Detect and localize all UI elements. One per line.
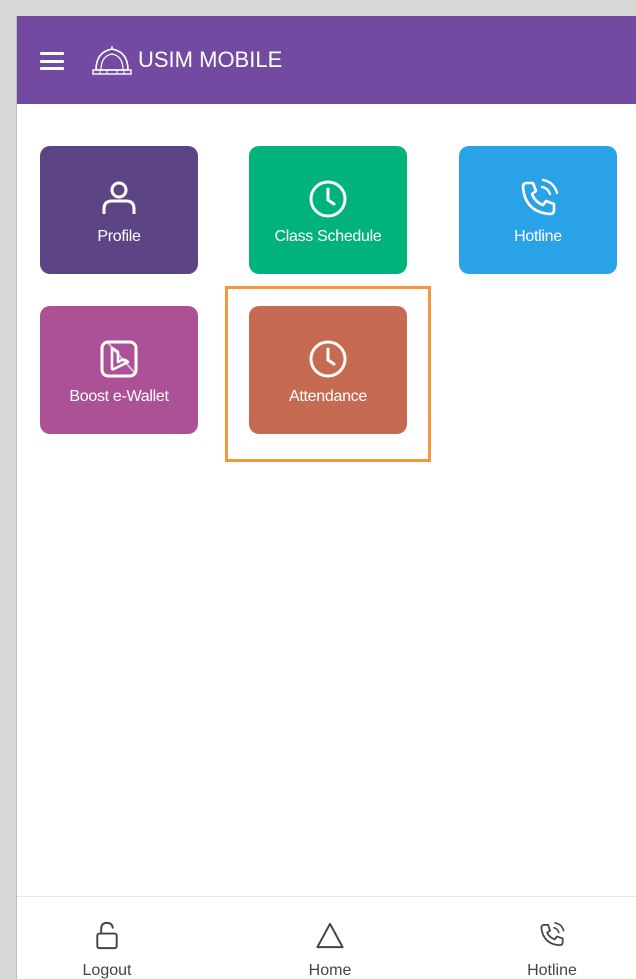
bottom-navigation: Logout Home Hotline bbox=[17, 896, 636, 979]
phone-call-icon bbox=[540, 922, 565, 947]
class-schedule-tile[interactable]: Class Schedule bbox=[249, 146, 407, 274]
boost-e-wallet-tile[interactable]: Boost e-Wallet bbox=[40, 306, 198, 434]
usim-logo-icon bbox=[92, 46, 132, 75]
attendance-highlight-box bbox=[225, 286, 431, 462]
nav-home-label: Home bbox=[308, 962, 352, 979]
nav-home[interactable]: Home bbox=[260, 897, 400, 979]
nav-logout-label: Logout bbox=[82, 962, 132, 979]
hotline-tile[interactable]: Hotline bbox=[459, 146, 617, 274]
nav-hotline-label: Hotline bbox=[527, 962, 577, 979]
unlock-icon bbox=[96, 921, 118, 950]
profile-tile[interactable]: Profile bbox=[40, 146, 198, 274]
clock-icon bbox=[309, 180, 347, 218]
nav-logout[interactable]: Logout bbox=[37, 897, 177, 979]
hotline-tile-label: Hotline bbox=[514, 228, 562, 245]
class-schedule-tile-label: Class Schedule bbox=[274, 228, 382, 245]
app-screen: USIM MOBILE Profile Class Schedule Hotli… bbox=[16, 16, 636, 979]
profile-tile-label: Profile bbox=[97, 228, 141, 245]
triangle-home-icon bbox=[316, 922, 344, 949]
boost-wallet-icon bbox=[100, 340, 138, 378]
boost-e-wallet-tile-label: Boost e-Wallet bbox=[69, 388, 169, 405]
app-title: USIM MOBILE bbox=[138, 47, 283, 72]
hamburger-menu-icon[interactable] bbox=[40, 52, 64, 70]
nav-hotline[interactable]: Hotline bbox=[482, 897, 622, 979]
phone-call-icon bbox=[521, 178, 559, 216]
top-app-bar: USIM MOBILE bbox=[17, 16, 636, 104]
user-icon bbox=[102, 181, 136, 214]
